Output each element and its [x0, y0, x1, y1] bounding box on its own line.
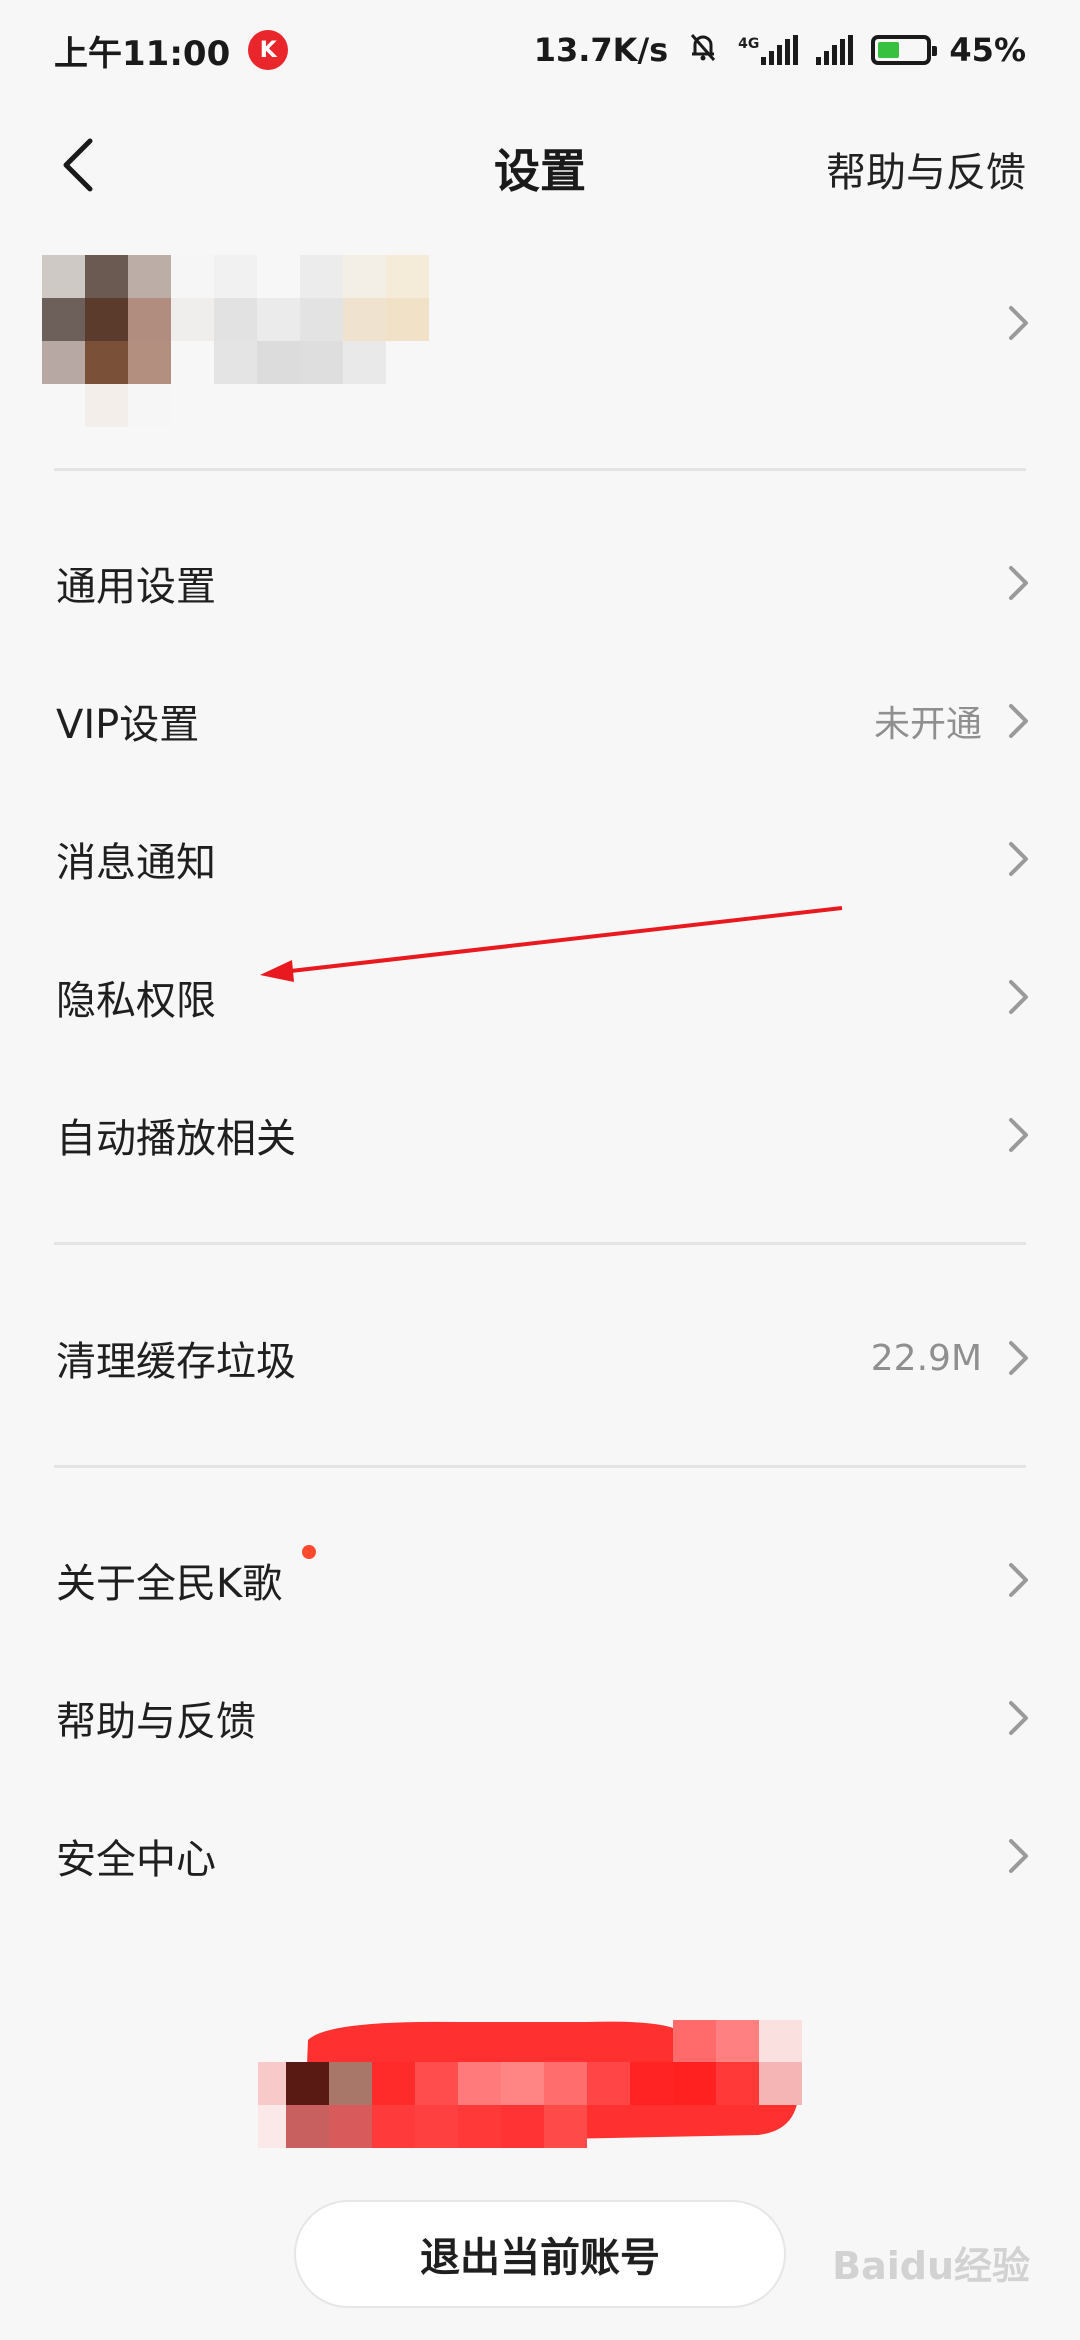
menu-item-help-feedback[interactable]: 帮助与反馈 [0, 1658, 1080, 1778]
header: 设置 帮助与反馈 [0, 110, 1080, 220]
new-badge-dot [302, 1545, 316, 1559]
menu-item-label: 隐私权限 [56, 978, 216, 1024]
about-label-text: 关于全民K歌 [56, 1561, 283, 1607]
help-feedback-link[interactable]: 帮助与反馈 [826, 140, 1026, 198]
promo-banner[interactable] [258, 2020, 818, 2150]
cache-size-value: 22.9M [870, 1337, 982, 1379]
chevron-right-icon [1008, 565, 1030, 601]
menu-item-label: 关于全民K歌 [56, 1545, 1008, 1609]
cellular-signal-2-icon [816, 35, 854, 65]
chevron-right-icon [1008, 305, 1030, 341]
menu-item-general-settings[interactable]: 通用设置 [0, 523, 1080, 643]
battery-fill [878, 42, 900, 58]
menu-item-label: 安全中心 [56, 1837, 216, 1883]
status-time: 上午11:00 [54, 33, 231, 74]
menu-item-label: 自动播放相关 [56, 1116, 296, 1162]
chevron-right-icon [1008, 841, 1030, 877]
bell-off-icon [686, 30, 720, 71]
baidu-watermark: Baidu经验 [832, 2244, 1030, 2288]
menu-item-vip-settings[interactable]: VIP设置 未开通 [0, 661, 1080, 781]
chevron-right-icon [1008, 1562, 1030, 1598]
divider [54, 468, 1026, 471]
profile-row[interactable] [0, 255, 1080, 455]
logout-button[interactable]: 退出当前账号 [294, 2200, 786, 2308]
chevron-right-icon [1008, 1700, 1030, 1736]
network-type: 4G [738, 36, 760, 52]
menu-item-label: 消息通知 [56, 840, 216, 886]
network-speed: 13.7K/s [533, 31, 669, 69]
chevron-right-icon [1008, 703, 1030, 739]
divider [54, 1242, 1026, 1245]
chevron-right-icon [1008, 979, 1030, 1015]
menu-item-autoplay[interactable]: 自动播放相关 [0, 1075, 1080, 1195]
battery-percent: 45% [949, 31, 1026, 69]
chevron-right-icon [1008, 1117, 1030, 1153]
menu-item-about[interactable]: 关于全民K歌 [0, 1520, 1080, 1640]
menu-item-label: VIP设置 [56, 702, 200, 748]
menu-item-security-center[interactable]: 安全中心 [0, 1796, 1080, 1916]
kge-app-icon: K [248, 30, 289, 70]
menu-item-privacy[interactable]: 隐私权限 [0, 937, 1080, 1057]
menu-item-label: 通用设置 [56, 564, 216, 610]
cellular-signal-icon: 4G [738, 35, 799, 65]
menu-item-notifications[interactable]: 消息通知 [0, 799, 1080, 919]
menu-item-label: 清理缓存垃圾 [56, 1339, 296, 1385]
battery-icon [871, 35, 938, 65]
menu-item-clear-cache[interactable]: 清理缓存垃圾 22.9M [0, 1298, 1080, 1418]
vip-status-value: 未开通 [873, 704, 982, 745]
chevron-right-icon [1008, 1340, 1030, 1376]
menu-item-label: 帮助与反馈 [56, 1699, 256, 1745]
status-bar: 上午11:00 K 13.7K/s 4G 45% [0, 0, 1080, 100]
divider [54, 1465, 1026, 1468]
chevron-right-icon [1008, 1838, 1030, 1874]
